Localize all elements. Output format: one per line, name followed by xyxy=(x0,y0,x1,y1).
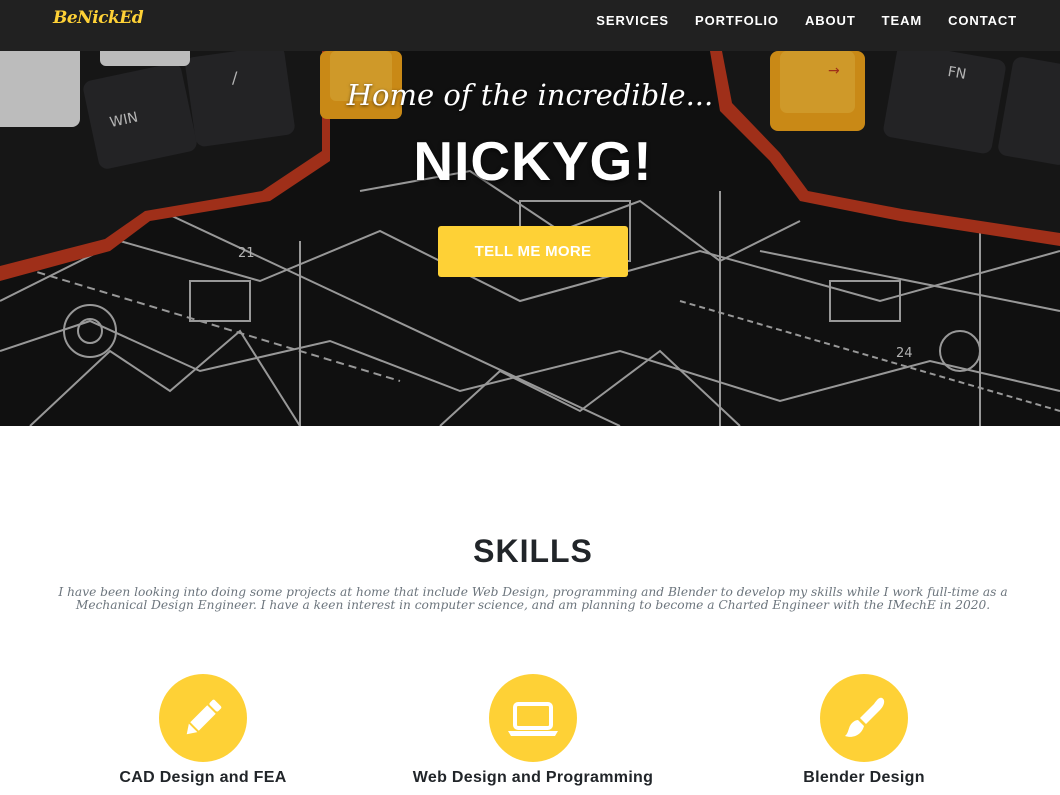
tell-me-more-button[interactable]: TELL ME MORE xyxy=(438,226,628,277)
nav-link-about[interactable]: ABOUT xyxy=(805,13,856,28)
skill-icon-circle xyxy=(159,674,247,762)
navbar: BeNickEd SERVICES PORTFOLIO ABOUT TEAM C… xyxy=(0,0,1060,51)
hero-lead-text: Home of the incredible... xyxy=(346,78,714,112)
brand-logo[interactable]: BeNickEd xyxy=(53,8,144,28)
nav-link-services[interactable]: SERVICES xyxy=(596,13,669,28)
nav-link-contact[interactable]: CONTACT xyxy=(948,13,1017,28)
skill-icon-circle xyxy=(489,674,577,762)
skills-subheading: I have been looking into doing some proj… xyxy=(58,585,1008,612)
laptop-icon xyxy=(508,702,558,736)
skill-item-web: Web Design and Programming xyxy=(383,674,683,788)
paintbrush-icon xyxy=(845,697,885,737)
nav-link-portfolio[interactable]: PORTFOLIO xyxy=(695,13,779,28)
hero-section: 21 24 WIN / → FN Home of the incredible.… xyxy=(0,51,1060,426)
nav-link-team[interactable]: TEAM xyxy=(882,13,922,28)
skill-title: CAD Design and FEA xyxy=(119,769,287,786)
skill-item-blender: Blender Design xyxy=(714,674,1014,788)
nav-links: SERVICES PORTFOLIO ABOUT TEAM CONTACT xyxy=(570,0,1017,41)
skill-item-cad: CAD Design and FEA xyxy=(53,674,353,788)
skill-icon-circle xyxy=(820,674,908,762)
skill-title: Blender Design xyxy=(803,769,925,786)
hero-heading: NICKYG! xyxy=(413,130,653,192)
skill-title: Web Design and Programming xyxy=(412,769,654,786)
skills-heading: SKILLS xyxy=(473,533,593,569)
pencil-icon xyxy=(186,699,222,735)
